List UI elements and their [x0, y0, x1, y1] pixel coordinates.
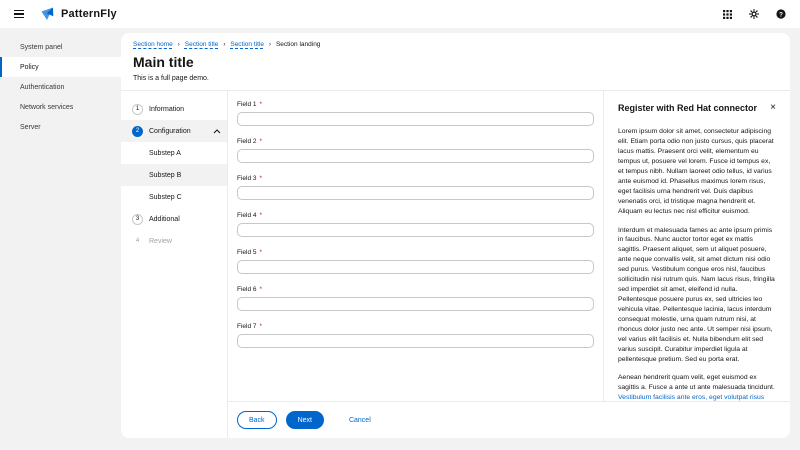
field-5-label: Field 5*: [237, 249, 594, 256]
page-title: Main title: [133, 54, 778, 70]
cancel-button[interactable]: Cancel: [343, 412, 377, 428]
step-label: Information: [149, 106, 184, 113]
sidebar-item-system-panel[interactable]: System panel: [0, 37, 121, 57]
wizard-step-information[interactable]: 1 Information: [121, 98, 227, 120]
sidebar-item-policy[interactable]: Policy: [0, 57, 121, 77]
wizard-form: Field 1* Field 2* Field 3*: [228, 91, 603, 401]
breadcrumb-link-section-home[interactable]: Section home: [133, 41, 173, 48]
wizard-body: Field 1* Field 2* Field 3*: [228, 91, 790, 401]
wizard-footer: Back Next Cancel: [228, 401, 790, 438]
field-4-input[interactable]: [237, 223, 594, 237]
field-6-label: Field 6*: [237, 286, 594, 293]
breadcrumb-separator-icon: ›: [223, 42, 225, 48]
required-asterisk: *: [260, 249, 263, 256]
sidebar-item-server[interactable]: Server: [0, 117, 121, 137]
page-card: Section home › Section title › Section t…: [121, 33, 790, 438]
form-group-field-1: Field 1*: [237, 101, 594, 126]
sidebar-item-network-services[interactable]: Network services: [0, 97, 121, 117]
field-7-label: Field 7*: [237, 323, 594, 330]
field-2-input[interactable]: [237, 149, 594, 163]
required-asterisk: *: [260, 101, 263, 108]
masthead: PatternFly: [0, 0, 800, 28]
step-number-badge: 4: [132, 236, 143, 247]
field-7-input[interactable]: [237, 334, 594, 348]
field-3-input[interactable]: [237, 186, 594, 200]
required-asterisk: *: [260, 212, 263, 219]
page-header: Section home › Section title › Section t…: [121, 33, 790, 91]
form-group-field-5: Field 5*: [237, 249, 594, 274]
chevron-up-icon[interactable]: [213, 129, 221, 134]
drawer-panel: Register with Red Hat connector × Lorem …: [603, 91, 790, 401]
wizard-step-additional[interactable]: 3 Additional: [121, 208, 227, 230]
form-group-field-3: Field 3*: [237, 175, 594, 200]
wizard-substep-a[interactable]: Substep A: [121, 142, 227, 164]
help-question-icon[interactable]: ?: [774, 7, 788, 21]
brand-name: PatternFly: [61, 8, 117, 20]
required-asterisk: *: [260, 286, 263, 293]
breadcrumb-link-section-title-1[interactable]: Section title: [185, 41, 219, 48]
sidebar-item-authentication[interactable]: Authentication: [0, 77, 121, 97]
main-area: Section home › Section title › Section t…: [121, 28, 800, 450]
drawer-paragraph-2: Interdum et malesuada fames ac ante ipsu…: [618, 226, 776, 365]
step-number-badge: 1: [132, 104, 143, 115]
form-group-field-4: Field 4*: [237, 212, 594, 237]
wizard-steps-nav: 1 Information 2 Configuration Substep A …: [121, 91, 228, 438]
wizard-substep-b[interactable]: Substep B: [121, 164, 227, 186]
wizard-step-configuration[interactable]: 2 Configuration: [121, 120, 227, 142]
breadcrumb: Section home › Section title › Section t…: [133, 41, 778, 48]
field-3-label: Field 3*: [237, 175, 594, 182]
field-2-label: Field 2*: [237, 138, 594, 145]
close-icon[interactable]: ×: [764, 103, 776, 113]
breadcrumb-separator-icon: ›: [178, 42, 180, 48]
wizard-main: Field 1* Field 2* Field 3*: [228, 91, 790, 438]
form-group-field-6: Field 6*: [237, 286, 594, 311]
brand[interactable]: PatternFly: [40, 7, 117, 21]
nav-toggle-hamburger-icon[interactable]: [10, 5, 28, 23]
wizard-step-review: 4 Review: [121, 230, 227, 252]
patternfly-logo-icon: [40, 7, 55, 21]
field-1-input[interactable]: [237, 112, 594, 126]
field-4-label: Field 4*: [237, 212, 594, 219]
field-6-input[interactable]: [237, 297, 594, 311]
app-launcher-grid-icon[interactable]: [720, 7, 734, 21]
vestibulum-inline-link[interactable]: Vestibulum facilisis ante eros, eget vol…: [618, 394, 764, 401]
form-group-field-2: Field 2*: [237, 138, 594, 163]
svg-text:?: ?: [779, 11, 783, 18]
step-number-badge: 2: [132, 126, 143, 137]
drawer-paragraph-3: Aenean hendrerit quam velit, eget euismo…: [618, 373, 776, 401]
required-asterisk: *: [260, 175, 263, 182]
step-number-badge: 3: [132, 214, 143, 225]
drawer-paragraph-1: Lorem ipsum dolor sit amet, consectetur …: [618, 127, 776, 216]
breadcrumb-link-section-title-2[interactable]: Section title: [230, 41, 264, 48]
breadcrumb-separator-icon: ›: [269, 42, 271, 48]
breadcrumb-current: Section landing: [276, 41, 320, 48]
form-group-field-7: Field 7*: [237, 323, 594, 348]
masthead-utilities: ?: [720, 7, 788, 21]
required-asterisk: *: [260, 138, 263, 145]
step-label: Review: [149, 238, 172, 245]
field-5-input[interactable]: [237, 260, 594, 274]
wizard: 1 Information 2 Configuration Substep A …: [121, 91, 790, 438]
required-asterisk: *: [260, 323, 263, 330]
back-button[interactable]: Back: [237, 411, 277, 429]
wizard-substep-c[interactable]: Substep C: [121, 186, 227, 208]
step-label: Configuration: [149, 128, 191, 135]
page-subtitle: This is a full page demo.: [133, 75, 778, 82]
step-label: Additional: [149, 216, 180, 223]
drawer-title: Register with Red Hat connector: [618, 103, 757, 114]
next-button[interactable]: Next: [286, 411, 324, 429]
drawer-body: Lorem ipsum dolor sit amet, consectetur …: [618, 127, 776, 401]
sidebar-nav: System panel Policy Authentication Netwo…: [0, 28, 121, 450]
settings-gear-icon[interactable]: [747, 7, 761, 21]
field-1-label: Field 1*: [237, 101, 594, 108]
